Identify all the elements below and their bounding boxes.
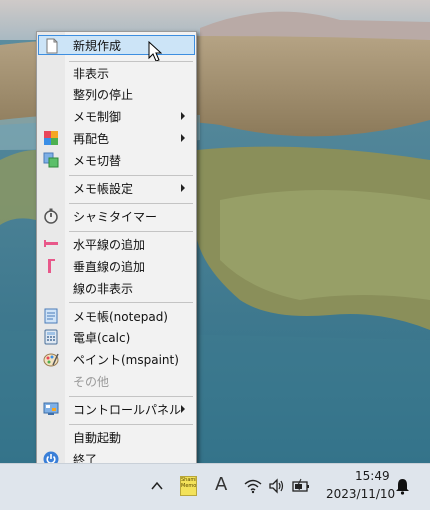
- menu-item-label: 再配色: [73, 132, 110, 146]
- menu-item-label: シャミタイマー: [73, 210, 158, 224]
- menu-item-add-horizontal-line[interactable]: 水平線の追加: [38, 234, 195, 254]
- menu-item-other: その他: [38, 371, 195, 391]
- chevron-up-icon[interactable]: [150, 479, 164, 493]
- wifi-icon[interactable]: [244, 478, 262, 494]
- menu-item-label: メモ帳(notepad): [73, 310, 168, 324]
- menu-separator: [69, 175, 193, 176]
- menu-item-label: メモ切替: [73, 154, 122, 168]
- menu-item-label: 水平線の追加: [73, 238, 146, 252]
- context-menu: 新規作成 非表示 整列の停止 メモ制御 再配色 メモ切替 メモ帳設定 シャミタイ…: [36, 31, 197, 472]
- menu-separator: [69, 396, 193, 397]
- shami-memo-tray-icon[interactable]: Shami Memo: [180, 476, 197, 496]
- menu-separator: [69, 61, 193, 62]
- menu-item-new[interactable]: 新規作成: [38, 35, 195, 55]
- submenu-arrow-icon: [181, 405, 185, 413]
- menu-separator: [69, 203, 193, 204]
- menu-item-label: その他: [73, 375, 110, 389]
- menu-item-paint[interactable]: ペイント(mspaint): [38, 349, 195, 369]
- menu-separator: [69, 231, 193, 232]
- stopwatch-icon: [44, 208, 58, 224]
- menu-item-label: 整列の停止: [73, 88, 134, 102]
- horizontal-line-icon: [44, 240, 58, 247]
- menu-item-hide[interactable]: 非表示: [38, 63, 195, 83]
- control-panel-icon: [43, 402, 59, 415]
- ime-indicator[interactable]: A: [215, 474, 227, 495]
- menu-item-label: 電卓(calc): [73, 331, 131, 345]
- menu-item-notepad-settings[interactable]: メモ帳設定: [38, 178, 195, 198]
- paint-icon: [43, 353, 59, 367]
- menu-item-label: 自動起動: [73, 431, 122, 445]
- switch-memo-icon: [43, 152, 59, 168]
- menu-item-add-vertical-line[interactable]: 垂直線の追加: [38, 256, 195, 276]
- menu-item-switch-memo[interactable]: メモ切替: [38, 150, 195, 170]
- menu-item-autostart[interactable]: 自動起動: [38, 427, 195, 447]
- menu-item-label: メモ帳設定: [73, 182, 134, 196]
- vertical-line-icon: [48, 259, 55, 273]
- menu-item-memo-control[interactable]: メモ制御: [38, 106, 195, 126]
- clock-time[interactable]: 15:49: [355, 469, 390, 483]
- battery-icon[interactable]: [292, 478, 312, 494]
- notepad-icon: [44, 308, 58, 324]
- taskbar: Shami Memo A 15:49 2023/11/10: [0, 463, 430, 510]
- clock-date[interactable]: 2023/11/10: [326, 487, 395, 501]
- menu-item-calculator[interactable]: 電卓(calc): [38, 327, 195, 347]
- submenu-arrow-icon: [181, 184, 185, 192]
- new-document-icon: [46, 38, 58, 54]
- menu-item-recolor[interactable]: 再配色: [38, 128, 195, 148]
- submenu-arrow-icon: [181, 134, 185, 142]
- menu-item-notepad[interactable]: メモ帳(notepad): [38, 306, 195, 326]
- menu-item-label: 非表示: [73, 67, 110, 81]
- menu-item-label: コントロールパネル: [73, 403, 182, 417]
- menu-item-stop-align[interactable]: 整列の停止: [38, 84, 195, 104]
- menu-item-label: 垂直線の追加: [73, 260, 146, 274]
- menu-item-label: 新規作成: [73, 39, 122, 53]
- menu-item-label: ペイント(mspaint): [73, 353, 179, 367]
- menu-item-control-panel[interactable]: コントロールパネル: [38, 399, 195, 419]
- menu-item-hide-lines[interactable]: 線の非表示: [38, 278, 195, 298]
- menu-item-label: 線の非表示: [73, 282, 134, 296]
- menu-separator: [69, 302, 193, 303]
- color-palette-icon: [44, 131, 58, 145]
- menu-item-timer[interactable]: シャミタイマー: [38, 206, 195, 226]
- mouse-cursor-icon: [148, 41, 162, 62]
- calculator-icon: [44, 329, 58, 345]
- menu-separator: [69, 424, 193, 425]
- notification-bell-icon[interactable]: [395, 478, 410, 495]
- submenu-arrow-icon: [181, 112, 185, 120]
- speaker-icon[interactable]: [268, 478, 286, 494]
- menu-item-label: メモ制御: [73, 110, 122, 124]
